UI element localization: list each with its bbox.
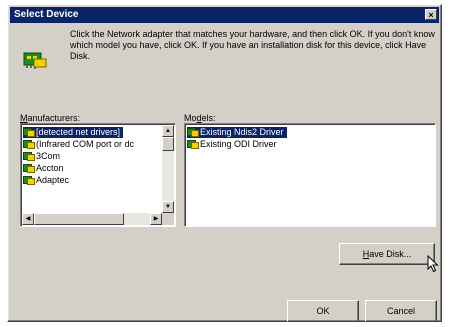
down-arrow-icon: ▼ (165, 204, 171, 210)
network-adapter-icon (23, 151, 35, 161)
dialog-title: Select Device (14, 9, 79, 20)
scroll-right-button[interactable]: ▶ (150, 213, 162, 225)
network-adapter-icon (23, 163, 35, 173)
scroll-up-button[interactable]: ▲ (162, 125, 174, 137)
scroll-left-button[interactable]: ◀ (22, 213, 34, 225)
list-item[interactable]: Adaptec (23, 175, 72, 186)
select-device-dialog: Select Device × Click the Network adapte… (7, 4, 442, 322)
models-label: Models: (184, 113, 216, 123)
arrow-cursor-icon (427, 255, 439, 273)
list-item[interactable]: [detected net drivers] (23, 127, 124, 138)
network-adapter-icon (23, 127, 35, 137)
left-arrow-icon: ◀ (25, 216, 31, 222)
list-item[interactable]: Existing Ndis2 Driver (187, 127, 287, 138)
vertical-scroll-thumb[interactable] (162, 137, 174, 151)
title-bar[interactable]: Select Device × (10, 7, 439, 23)
scroll-down-button[interactable]: ▼ (162, 201, 174, 213)
list-item[interactable]: Accton (23, 163, 67, 174)
scrollbar-corner (162, 213, 174, 225)
manufacturers-label: Manufacturers: (20, 113, 81, 123)
manufacturers-vertical-scrollbar[interactable]: ▲ ▼ (162, 125, 174, 213)
have-disk-button[interactable]: Have Disk... (339, 243, 435, 265)
network-adapter-icon (187, 127, 199, 137)
network-adapter-icon (23, 175, 35, 185)
network-adapter-icon (187, 139, 199, 149)
horizontal-scroll-thumb[interactable] (34, 213, 124, 225)
up-arrow-icon: ▲ (165, 128, 171, 134)
close-icon: × (428, 10, 434, 20)
list-item[interactable]: Existing ODI Driver (187, 139, 280, 150)
manufacturers-list[interactable]: [detected net drivers] (Infrared COM por… (20, 123, 176, 227)
close-button[interactable]: × (425, 9, 437, 20)
network-card-icon (23, 52, 47, 69)
list-item[interactable]: 3Com (23, 151, 63, 162)
cancel-button[interactable]: Cancel (365, 300, 437, 322)
right-arrow-icon: ▶ (153, 216, 159, 222)
manufacturers-horizontal-scrollbar[interactable]: ◀ ▶ (22, 213, 162, 225)
network-adapter-icon (23, 139, 35, 149)
instructions-text: Click the Network adapter that matches y… (70, 29, 435, 61)
models-list[interactable]: Existing Ndis2 Driver Existing ODI Drive… (184, 123, 436, 227)
list-item[interactable]: (Infrared COM port or dc (23, 139, 137, 150)
ok-button[interactable]: OK (287, 300, 359, 322)
